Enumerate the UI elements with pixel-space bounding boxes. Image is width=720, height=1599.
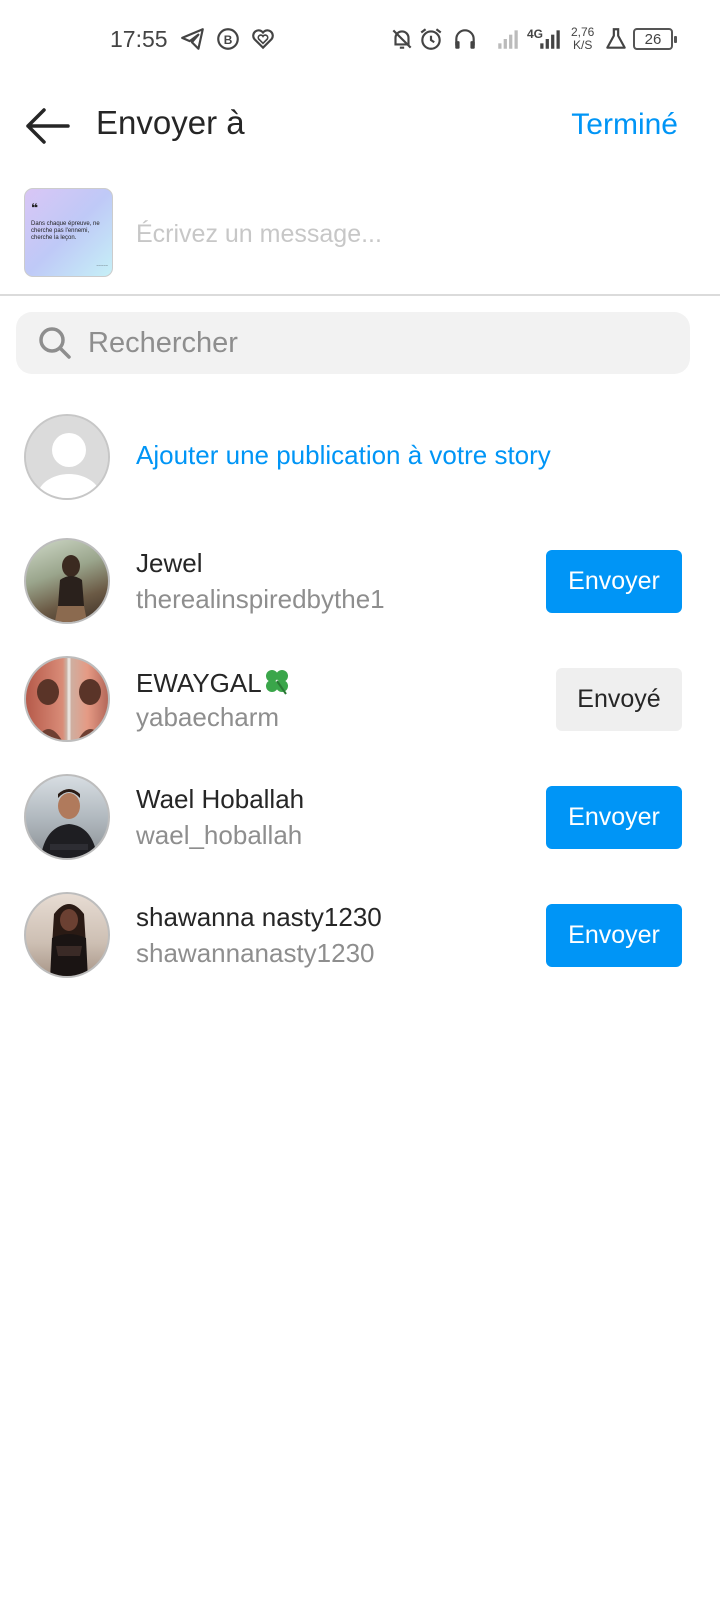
headphones-icon (452, 26, 478, 52)
contact-username: wael_hoballah (136, 820, 303, 850)
contact-name: Jewel (136, 548, 203, 578)
send-button[interactable]: Envoyer (546, 786, 682, 849)
thumb-text: Dans chaque épreuve, ne cherche pas l'en… (31, 221, 100, 241)
contact-name: EWAYGAL (136, 666, 292, 699)
battery-level: 26 (644, 30, 662, 48)
battery-icon: 26 (633, 28, 677, 50)
page-title: Envoyer à (96, 104, 245, 141)
message-input[interactable] (136, 212, 696, 256)
status-time: 17:55 (110, 26, 168, 52)
done-button[interactable]: Terminé (571, 108, 678, 142)
add-to-story-row[interactable]: Ajouter une publication à votre story (0, 412, 720, 502)
contact-row: Wael Hoballah wael_hoballah Envoyer (0, 774, 720, 862)
contact-name: shawanna nasty1230 (136, 902, 382, 932)
net-speed: 2,76 K/S (571, 26, 594, 52)
arrow-left-icon (26, 108, 70, 144)
send-button[interactable]: Envoyer (546, 550, 682, 613)
default-avatar-icon (24, 414, 110, 500)
back-button[interactable] (24, 106, 70, 146)
contact-name: Wael Hoballah (136, 784, 305, 814)
avatar[interactable] (24, 774, 110, 860)
send-button[interactable]: Envoyer (546, 904, 682, 967)
status-bar: 17:55 B 4G 2,76 K/S 26 (0, 0, 720, 80)
post-thumbnail: ❝ Dans chaque épreuve, ne cherche pas l'… (24, 188, 113, 277)
contact-name-text: EWAYGAL (136, 668, 262, 698)
contact-row: Jewel therealinspiredbythe1 Envoyer (0, 538, 720, 626)
contact-username: yabaecharm (136, 702, 280, 732)
contact-row: EWAYGAL yabaecharm Envoyé (0, 656, 720, 744)
signal-icon (495, 26, 521, 52)
signal-4g-icon (537, 26, 563, 52)
thumb-quote-mark: ❝ (31, 201, 39, 215)
contact-username: therealinspiredbythe1 (136, 584, 385, 614)
search-icon (39, 327, 71, 359)
telegram-icon (180, 26, 206, 52)
search-box[interactable] (16, 312, 690, 374)
four-leaf-clover-icon (265, 670, 288, 695)
share-row: ❝ Dans chaque épreuve, ne cherche pas l'… (0, 186, 720, 294)
flask-icon (603, 26, 629, 52)
whatsapp-business-icon: B (215, 26, 241, 52)
notifications-off-icon (389, 26, 415, 52)
avatar[interactable] (24, 656, 110, 742)
contact-username: shawannanasty1230 (136, 938, 375, 968)
contact-row: shawanna nasty1230 shawannanasty1230 Env… (0, 892, 720, 980)
navigation-bar (0, 1565, 720, 1599)
avatar[interactable] (24, 538, 110, 624)
search-input[interactable] (88, 320, 668, 366)
svg-text:B: B (224, 33, 233, 47)
add-to-story-label: Ajouter une publication à votre story (136, 440, 551, 470)
alarm-icon (418, 26, 444, 52)
net-speed-unit: K/S (573, 38, 593, 52)
header: Envoyer à Terminé (0, 92, 720, 162)
avatar[interactable] (24, 892, 110, 978)
sent-button[interactable]: Envoyé (556, 668, 682, 731)
divider (0, 294, 720, 296)
heart-app-icon (250, 26, 276, 52)
thumb-signature: ~~~~~ (96, 263, 108, 268)
net-speed-value: 2,76 (571, 25, 595, 39)
